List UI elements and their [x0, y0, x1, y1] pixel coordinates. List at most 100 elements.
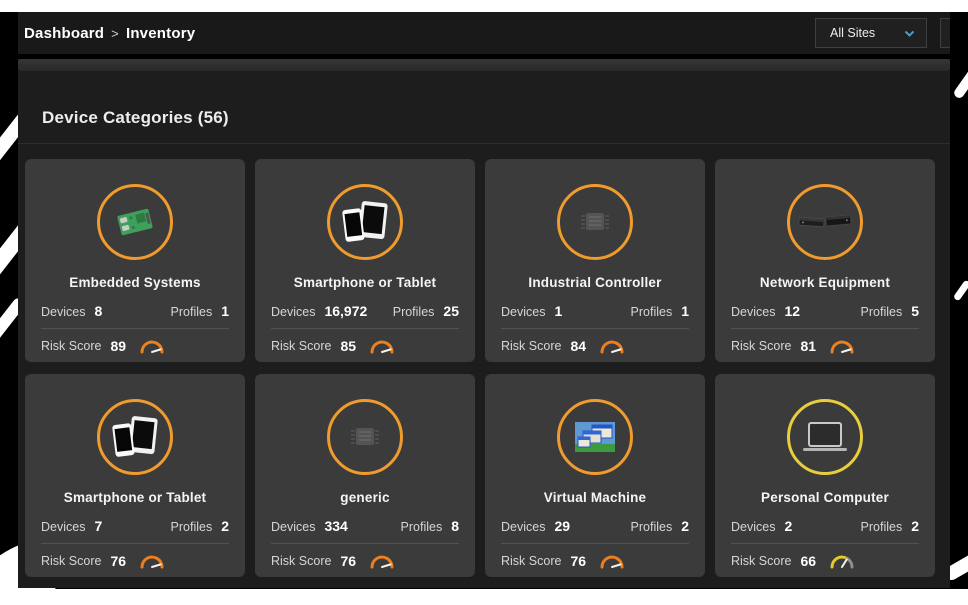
risk-score-row: Risk Score 85 [271, 338, 459, 354]
risk-score-value: 76 [570, 553, 586, 569]
risk-score-row: Risk Score 66 [731, 553, 919, 569]
devices-label: Devices [731, 305, 775, 319]
devices-label: Devices [271, 305, 315, 319]
devices-count: 334 [324, 518, 347, 534]
risk-gauge-icon [139, 553, 165, 569]
category-title: Network Equipment [731, 275, 919, 290]
category-icon-ring [327, 399, 403, 475]
category-title: Personal Computer [731, 490, 919, 505]
risk-score-value: 81 [800, 338, 816, 354]
devices-label: Devices [501, 520, 545, 534]
category-icon-ring [97, 184, 173, 260]
card-divider [271, 328, 459, 329]
devices-label: Devices [41, 305, 85, 319]
devices-count: 16,972 [324, 303, 367, 319]
category-title: Smartphone or Tablet [41, 490, 229, 505]
category-icon-ring [557, 399, 633, 475]
category-stats: Devices 8 Profiles 1 [41, 303, 229, 319]
category-card-smartphone-tablet-2[interactable]: Smartphone or Tablet Devices 7 Profiles … [25, 374, 245, 577]
risk-score-value: 89 [110, 338, 126, 354]
risk-score-row: Risk Score 76 [41, 553, 229, 569]
category-icon-ring [97, 399, 173, 475]
profiles-label: Profiles [171, 305, 213, 319]
page-canvas: Dashboard > Inventory All Sites A Device… [0, 0, 968, 605]
profiles-count: 8 [451, 518, 459, 534]
category-card-personal-computer[interactable]: Personal Computer Devices 2 Profiles 2 R… [715, 374, 935, 577]
profiles-count: 1 [221, 303, 229, 319]
site-selector-value: All Sites [830, 26, 875, 40]
devices-label: Devices [501, 305, 545, 319]
breadcrumb-separator: > [111, 26, 119, 41]
decorative-swoosh [952, 58, 968, 100]
category-stats: Devices 1 Profiles 1 [501, 303, 689, 319]
breadcrumb-item-dashboard[interactable]: Dashboard [24, 25, 104, 42]
profiles-label: Profiles [171, 520, 213, 534]
breadcrumb-item-inventory: Inventory [126, 25, 195, 42]
risk-score-value: 84 [570, 338, 586, 354]
category-card-smartphone-tablet[interactable]: Smartphone or Tablet Devices 16,972 Prof… [255, 159, 475, 362]
devices-count: 29 [554, 518, 570, 534]
risk-gauge-icon [369, 338, 395, 354]
risk-score-label: Risk Score [41, 339, 101, 353]
profiles-label: Profiles [861, 305, 903, 319]
card-divider [271, 543, 459, 544]
devices-count: 1 [554, 303, 562, 319]
category-title: Smartphone or Tablet [271, 275, 459, 290]
embedded-systems-icon [111, 203, 159, 241]
category-stats: Devices 7 Profiles 2 [41, 518, 229, 534]
page-title: Device Categories (56) [18, 71, 950, 129]
risk-score-row: Risk Score 81 [731, 338, 919, 354]
profiles-count: 2 [911, 518, 919, 534]
devices-count: 7 [94, 518, 102, 534]
network-equipment-icon [797, 211, 853, 233]
risk-gauge-icon [369, 553, 395, 569]
risk-score-row: Risk Score 84 [501, 338, 689, 354]
category-card-embedded-systems[interactable]: Embedded Systems Devices 8 Profiles 1 Ri… [25, 159, 245, 362]
profiles-label: Profiles [401, 520, 443, 534]
devices-count: 8 [94, 303, 102, 319]
chip-icon [577, 207, 613, 237]
decorative-bottom-strip [0, 589, 968, 605]
profiles-count: 5 [911, 303, 919, 319]
category-stats: Devices 29 Profiles 2 [501, 518, 689, 534]
devices-label: Devices [731, 520, 775, 534]
content-area: Device Categories (56) [18, 71, 950, 588]
devices-count: 12 [784, 303, 800, 319]
clipped-toolbar-control[interactable]: A [940, 18, 950, 48]
category-card-virtual-machine[interactable]: Virtual Machine Devices 29 Profiles 2 Ri… [485, 374, 705, 577]
smartphone-tablet-icon [340, 200, 390, 244]
category-stats: Devices 334 Profiles 8 [271, 518, 459, 534]
category-stats: Devices 16,972 Profiles 25 [271, 303, 459, 319]
card-divider [41, 543, 229, 544]
risk-score-row: Risk Score 76 [271, 553, 459, 569]
category-icon-ring [327, 184, 403, 260]
card-divider [731, 328, 919, 329]
risk-score-label: Risk Score [501, 554, 561, 568]
devices-label: Devices [271, 520, 315, 534]
category-card-industrial-controller[interactable]: Industrial Controller Devices 1 Profiles… [485, 159, 705, 362]
category-title: Embedded Systems [41, 275, 229, 290]
profiles-label: Profiles [861, 520, 903, 534]
category-icon-ring [787, 399, 863, 475]
profiles-count: 2 [681, 518, 689, 534]
card-divider [41, 328, 229, 329]
profiles-count: 25 [443, 303, 459, 319]
risk-score-value: 85 [340, 338, 356, 354]
category-title: generic [271, 490, 459, 505]
risk-score-label: Risk Score [41, 554, 101, 568]
category-stats: Devices 12 Profiles 5 [731, 303, 919, 319]
card-divider [731, 543, 919, 544]
category-card-network-equipment[interactable]: Network Equipment Devices 12 Profiles 5 … [715, 159, 935, 362]
virtual-machine-icon [572, 419, 618, 455]
category-title: Industrial Controller [501, 275, 689, 290]
breadcrumb: Dashboard > Inventory [24, 12, 195, 54]
site-selector-dropdown[interactable]: All Sites [815, 18, 927, 48]
category-icon-ring [787, 184, 863, 260]
risk-score-label: Risk Score [731, 339, 791, 353]
category-card-generic[interactable]: generic Devices 334 Profiles 8 Risk Scor… [255, 374, 475, 577]
risk-score-label: Risk Score [271, 339, 331, 353]
app-window: Dashboard > Inventory All Sites A Device… [18, 12, 950, 588]
risk-score-value: 66 [800, 553, 816, 569]
profiles-label: Profiles [631, 305, 673, 319]
category-title: Virtual Machine [501, 490, 689, 505]
